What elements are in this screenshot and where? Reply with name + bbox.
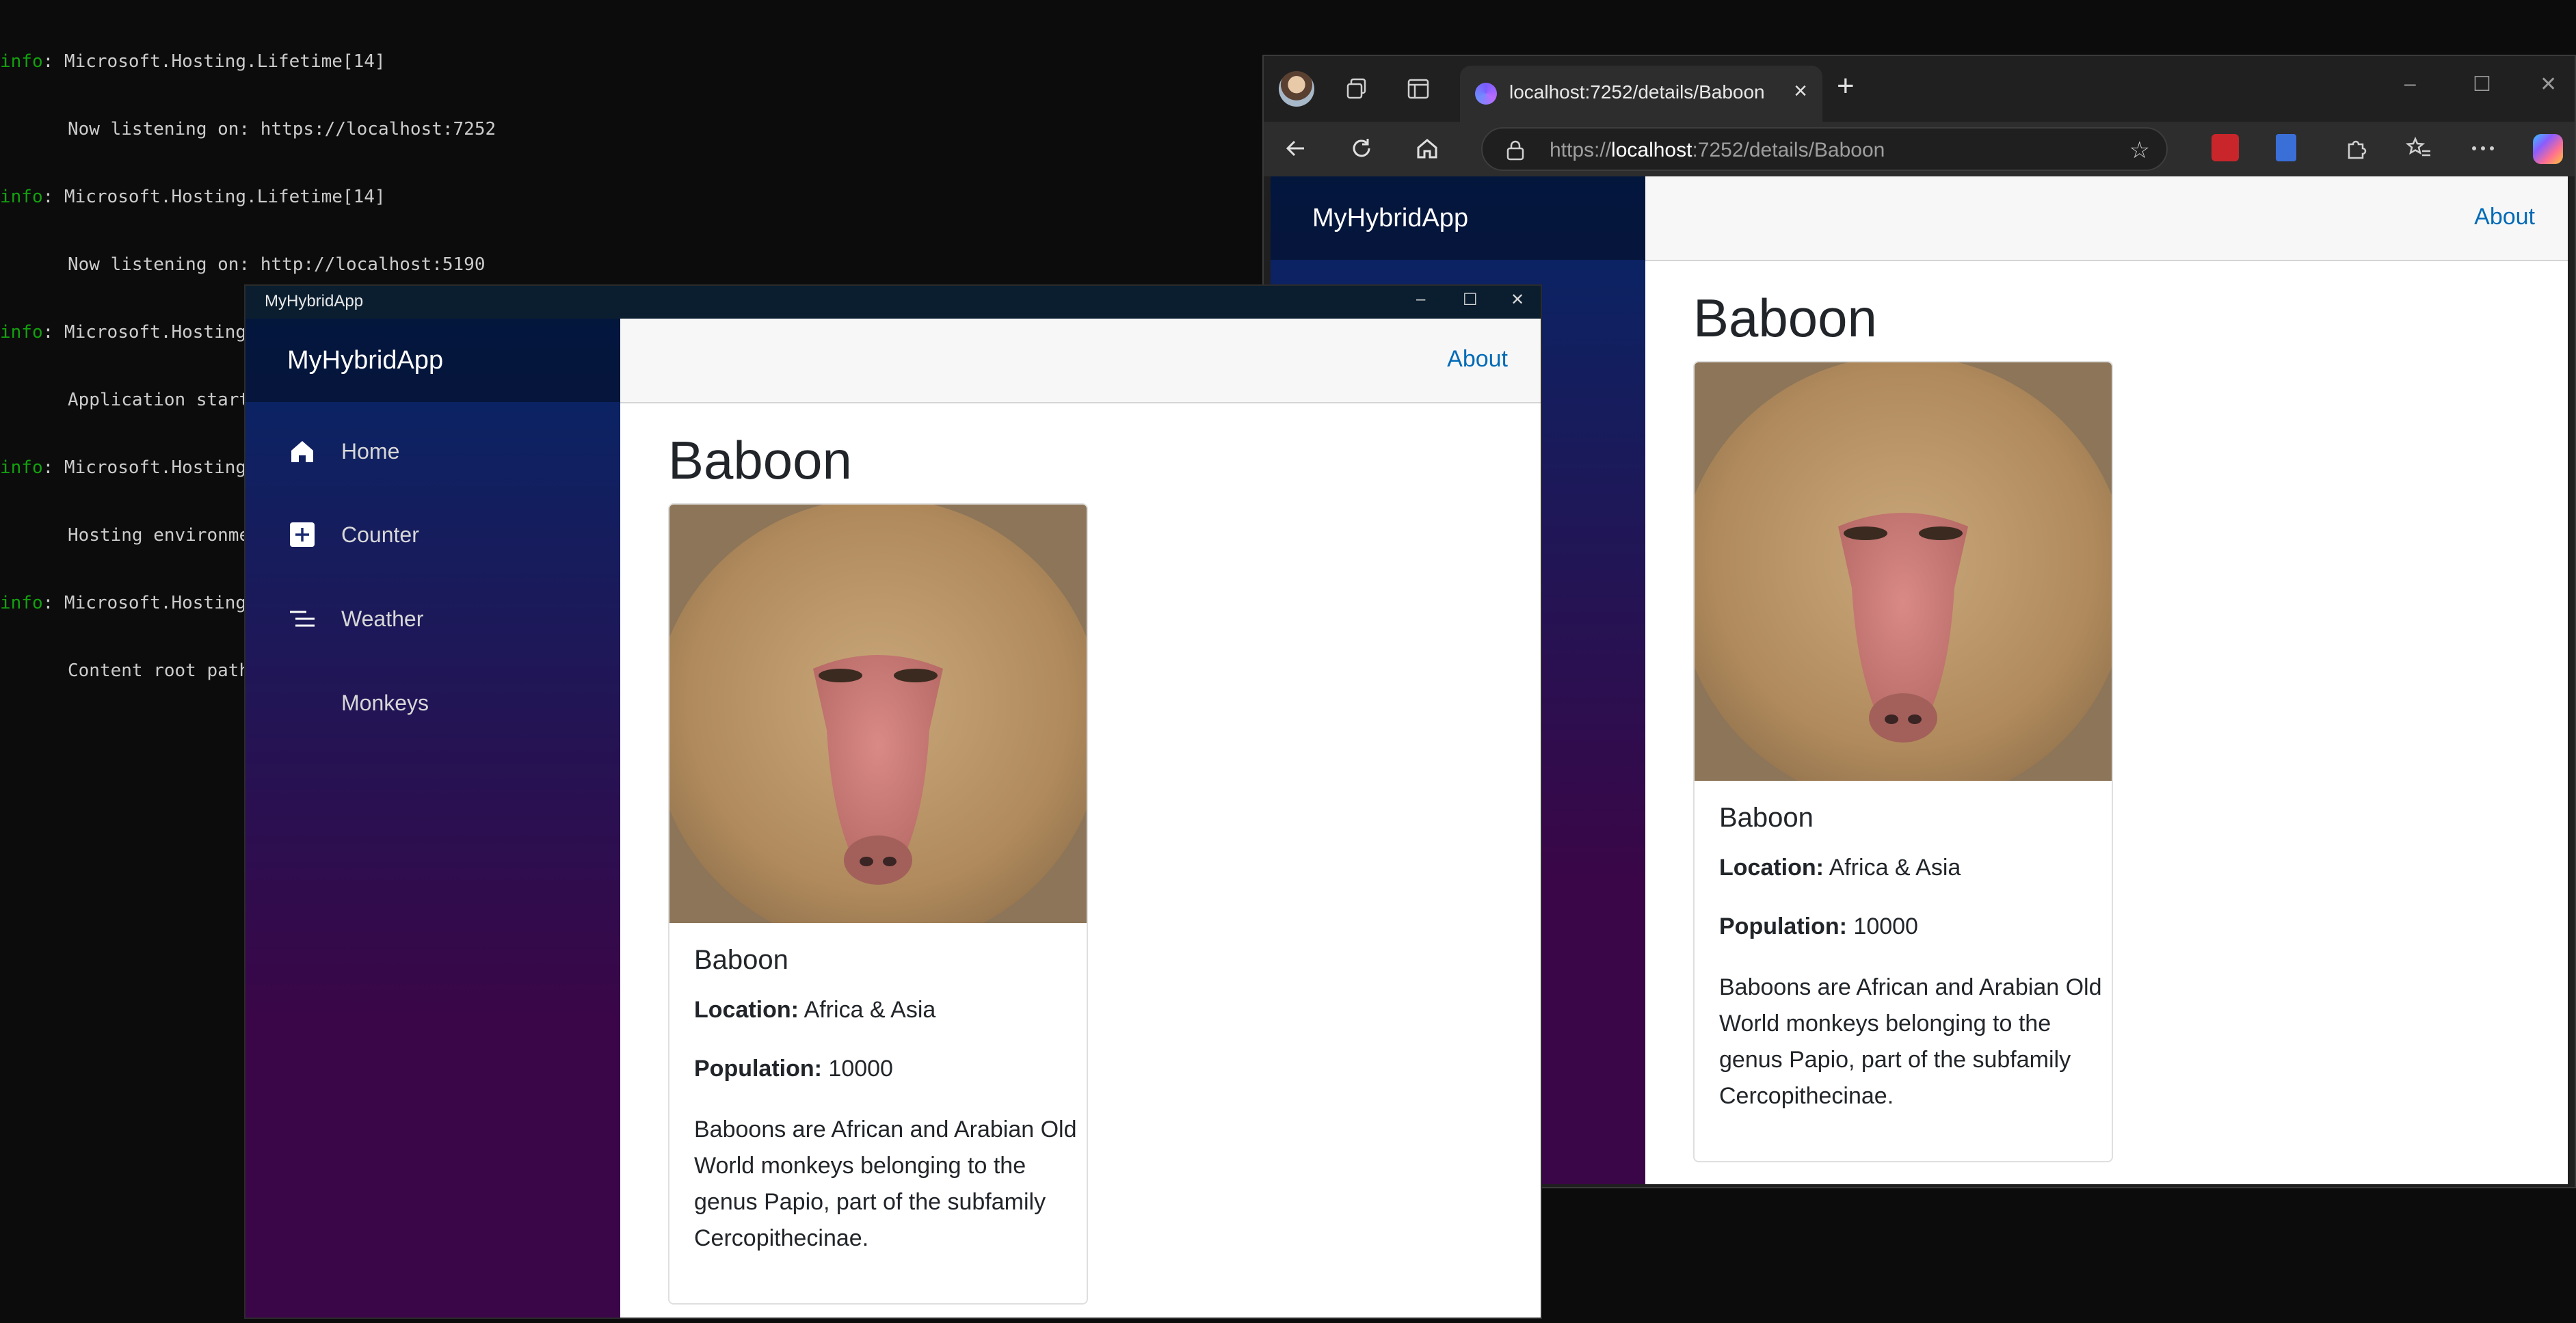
brand-link[interactable]: MyHybridApp xyxy=(1312,204,1468,233)
main-content: About Baboon Baboon Location: Africa & A… xyxy=(620,319,1541,1318)
card-title: Baboon xyxy=(694,945,788,975)
maximize-icon[interactable]: ☐ xyxy=(2473,72,2491,96)
window-title: MyHybridApp xyxy=(265,292,364,310)
profile-avatar[interactable] xyxy=(1279,71,1314,107)
nav-icon-placeholder xyxy=(287,688,317,718)
extensions-icon[interactable] xyxy=(2339,131,2373,165)
nav-label: Weather xyxy=(341,606,424,631)
lock-icon[interactable] xyxy=(1506,140,1525,161)
home-icon xyxy=(287,436,317,466)
population-field: Population: 10000 xyxy=(694,1056,893,1082)
top-row: About xyxy=(620,319,1541,403)
password-extension-icon[interactable] xyxy=(2212,134,2239,161)
refresh-icon[interactable] xyxy=(1344,131,1379,165)
more-options-icon[interactable] xyxy=(2466,131,2500,165)
minimize-icon[interactable]: – xyxy=(2404,72,2416,96)
browser-tab[interactable]: localhost:7252/details/Baboon × xyxy=(1460,66,1822,122)
nav-label: Monkeys xyxy=(341,690,429,715)
workspaces-icon[interactable] xyxy=(1339,71,1375,107)
back-icon[interactable] xyxy=(1279,131,1313,165)
maximize-icon[interactable]: ☐ xyxy=(1463,290,1478,310)
population-value: 10000 xyxy=(1853,913,1918,939)
close-icon[interactable]: ✕ xyxy=(1511,290,1524,310)
nav-label: Home xyxy=(341,438,400,464)
tab-title: localhost:7252/details/Baboon xyxy=(1509,81,1765,103)
nav-item-weather[interactable]: Weather xyxy=(287,598,423,639)
app-webview: MyHybridApp Home Counter Weather Monkeys… xyxy=(245,319,1541,1318)
location-field: Location: Africa & Asia xyxy=(1719,855,1961,881)
url-path: :7252/details/Baboon xyxy=(1692,139,1885,161)
log-text: : Microsoft.Hosting.Lifetime[14] xyxy=(42,51,386,72)
top-row: About xyxy=(1645,176,2568,261)
log-level: info xyxy=(0,593,43,613)
population-value: 10000 xyxy=(828,1056,893,1082)
new-tab-icon[interactable]: + xyxy=(1837,71,1855,101)
plus-square-icon xyxy=(287,520,317,550)
app-titlebar: MyHybridApp – ☐ ✕ xyxy=(245,286,1541,319)
favorites-icon[interactable] xyxy=(2402,131,2436,165)
monkey-card: Baboon Location: Africa & Asia Populatio… xyxy=(1693,361,2113,1162)
close-icon[interactable]: ✕ xyxy=(2540,72,2557,96)
location-value: Africa & Asia xyxy=(1829,855,1961,881)
nav-item-home[interactable]: Home xyxy=(287,431,399,472)
about-link[interactable]: About xyxy=(2474,204,2535,230)
blazor-favicon-icon xyxy=(1475,83,1497,105)
log-level: info xyxy=(0,457,43,478)
list-icon xyxy=(287,604,317,634)
address-url: https://localhost:7252/details/Baboon xyxy=(1550,139,1885,162)
sidebar: MyHybridApp Home Counter Weather Monkeys xyxy=(245,319,620,1318)
app-window: MyHybridApp – ☐ ✕ MyHybridApp Home Count… xyxy=(244,284,1542,1319)
tab-close-icon[interactable]: × xyxy=(1794,78,1807,105)
copilot-icon[interactable] xyxy=(2533,134,2563,164)
location-label: Location: xyxy=(694,997,799,1023)
card-description: Baboons are African and Arabian Old Worl… xyxy=(1719,974,2102,1109)
card-description: Baboons are African and Arabian Old Worl… xyxy=(694,1117,1077,1251)
brand-bar: MyHybridApp xyxy=(245,319,620,402)
browser-titlebar: localhost:7252/details/Baboon × + – ☐ ✕ xyxy=(1264,56,2575,122)
population-label: Population: xyxy=(1719,913,1847,939)
brand-bar: MyHybridApp xyxy=(1271,176,1645,260)
page-title: Baboon xyxy=(1693,288,1877,348)
main-content: About Baboon Baboon Location: Africa & A… xyxy=(1645,176,2568,1184)
nav-item-counter[interactable]: Counter xyxy=(287,514,419,555)
baboon-image xyxy=(1695,362,2112,781)
terminal-line: info: Microsoft.Hosting.Lifetime[14] xyxy=(0,186,1258,209)
card-title: Baboon xyxy=(1719,803,1814,833)
baboon-image xyxy=(669,505,1087,923)
log-level: info xyxy=(0,187,43,207)
log-text: : Microsoft.Hosting.Lifetime[14] xyxy=(42,187,386,207)
vertical-tabs-icon[interactable] xyxy=(1400,71,1436,107)
nav-item-monkeys[interactable]: Monkeys xyxy=(287,682,429,723)
monkey-card: Baboon Location: Africa & Asia Populatio… xyxy=(668,503,1088,1305)
browser-toolbar: https://localhost:7252/details/Baboon ☆ xyxy=(1264,122,2575,176)
location-field: Location: Africa & Asia xyxy=(694,997,935,1024)
favorite-star-icon[interactable]: ☆ xyxy=(2129,137,2150,164)
log-level: info xyxy=(0,322,43,343)
app-blazor-app: MyHybridApp Home Counter Weather Monkeys… xyxy=(245,319,1541,1318)
population-label: Population: xyxy=(694,1056,822,1082)
terminal-line: Now listening on: https://localhost:7252 xyxy=(68,119,496,139)
location-label: Location: xyxy=(1719,855,1824,881)
url-scheme: https:// xyxy=(1550,139,1612,161)
url-host: localhost xyxy=(1611,139,1692,161)
document-extension-icon[interactable] xyxy=(2276,134,2296,161)
page-title: Baboon xyxy=(668,430,852,490)
population-field: Population: 10000 xyxy=(1719,913,1918,940)
minimize-icon[interactable]: – xyxy=(1416,290,1425,309)
brand-link[interactable]: MyHybridApp xyxy=(287,346,443,375)
address-bar[interactable]: https://localhost:7252/details/Baboon ☆ xyxy=(1481,127,2168,171)
home-icon[interactable] xyxy=(1410,131,1444,165)
nav-label: Counter xyxy=(341,522,419,547)
about-link[interactable]: About xyxy=(1447,346,1508,373)
log-level: info xyxy=(0,51,43,72)
location-value: Africa & Asia xyxy=(804,997,936,1023)
terminal-line: info: Microsoft.Hosting.Lifetime[14] xyxy=(0,51,1258,73)
terminal-line: Now listening on: http://localhost:5190 xyxy=(68,254,486,275)
